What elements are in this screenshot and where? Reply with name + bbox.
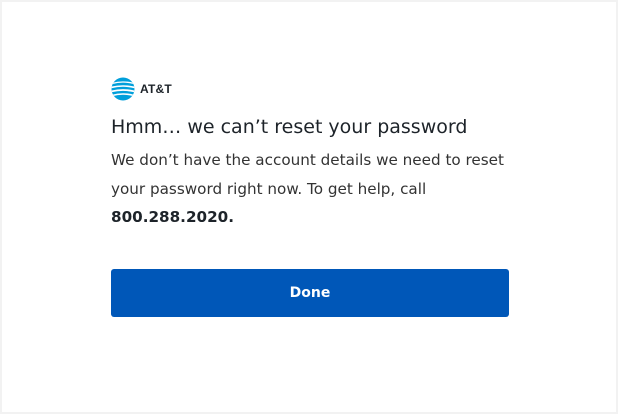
page-title: Hmm… we can’t reset your password [111, 116, 468, 138]
error-message-text: We don’t have the account details we nee… [111, 151, 504, 198]
support-phone-number: 800.288.2020 [111, 208, 229, 226]
error-message: We don’t have the account details we nee… [111, 146, 511, 232]
done-button[interactable]: Done [111, 269, 509, 317]
brand-logo: AT&T [111, 77, 172, 101]
brand-name: AT&T [140, 82, 172, 96]
att-globe-icon [111, 77, 135, 101]
message-period: . [228, 208, 234, 226]
reset-error-card: AT&T Hmm… we can’t reset your password W… [2, 2, 616, 412]
